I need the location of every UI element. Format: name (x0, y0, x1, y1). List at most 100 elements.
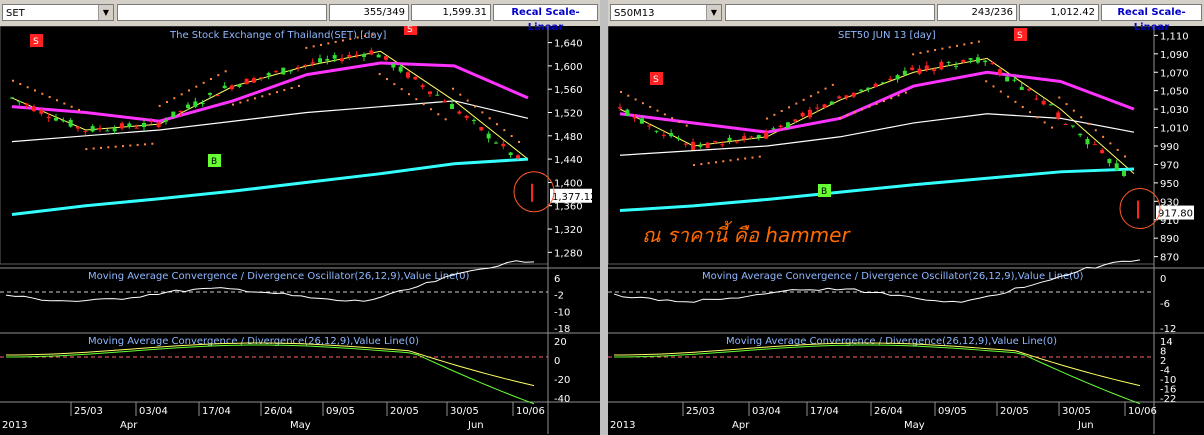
sar-dot (371, 33, 374, 36)
sar-dot (41, 92, 44, 95)
recal-scale-button[interactable]: Recal Scale-Linear (493, 4, 598, 33)
osc-tick-label: -2 (554, 291, 564, 302)
candle-body (632, 117, 637, 119)
sar-dot (1116, 148, 1119, 151)
candle-body (647, 125, 652, 127)
sar-dot (312, 45, 315, 48)
price-tick-label: 1,090 (1160, 50, 1189, 61)
candle-body (494, 142, 498, 144)
blank-field (725, 4, 935, 21)
date-label: 03/04 (752, 406, 781, 417)
sar-dot (488, 117, 491, 120)
signal-label: B (821, 187, 827, 197)
candle-body (508, 152, 513, 156)
sar-dot (459, 93, 462, 96)
candle-body (325, 58, 330, 61)
sar-dot (386, 78, 388, 81)
osc-title: Moving Average Convergence / Divergence … (702, 271, 1083, 282)
date-label: 20/05 (390, 406, 419, 417)
candle-body (661, 134, 666, 136)
sar-dot (320, 43, 322, 46)
chart-title: SET50 JUN 13 [day] (838, 30, 936, 41)
candle-body (742, 136, 747, 140)
date-label: 09/05 (326, 406, 355, 417)
candle-body (1122, 170, 1126, 176)
price-tick-label: 1,560 (554, 85, 583, 96)
candle-body (1100, 149, 1105, 153)
candle-body (910, 67, 915, 71)
candle-body (200, 102, 205, 104)
candle-body (376, 54, 381, 58)
sar-dot (875, 102, 878, 105)
sar-dot (122, 145, 124, 148)
sar-dot (283, 89, 286, 92)
sar-dot (437, 113, 440, 116)
candle-body (68, 119, 73, 127)
last-price-label: 1,377.12 (552, 192, 597, 203)
sar-dot (56, 99, 58, 102)
sar-dot (722, 160, 725, 163)
sar-dot (107, 146, 110, 149)
ratio-value: 243/236 (937, 4, 1017, 21)
month-label: Jun (1077, 420, 1094, 431)
candle-body (288, 70, 293, 72)
sar-dot (868, 105, 871, 108)
symbol-select[interactable]: SET ▼ (2, 4, 114, 21)
month-label: May (290, 420, 311, 431)
chevron-down-icon[interactable]: ▼ (98, 5, 113, 20)
sar-dot (861, 108, 864, 111)
candle-body (800, 112, 805, 117)
series-line-3 (11, 157, 529, 216)
sar-dot (518, 140, 520, 143)
sar-dot (1080, 116, 1083, 119)
candle-body (362, 54, 366, 57)
sar-dot (934, 49, 937, 52)
sar-dot (773, 113, 776, 116)
chevron-down-icon[interactable]: ▼ (706, 5, 721, 20)
sar-dot (290, 87, 293, 90)
sar-dot (634, 98, 637, 101)
candle-body (1048, 104, 1053, 106)
candle-body (193, 101, 198, 107)
sar-dot (129, 144, 132, 147)
sar-dot (180, 93, 183, 96)
sar-dot (1058, 96, 1061, 99)
sar-dot (963, 43, 966, 46)
chart-canvas[interactable]: 1,640 1,600 1,560 1,520 1,480 1,440 1,400 1,360… (0, 26, 600, 435)
candle-body (691, 141, 696, 150)
sar-dot (1014, 100, 1017, 103)
candle-body (486, 133, 491, 139)
candle-body (807, 109, 812, 118)
date-label: 30/05 (1062, 406, 1091, 417)
panel-divider[interactable] (600, 0, 608, 435)
candle-body (10, 97, 14, 99)
candle-body (274, 71, 278, 73)
candle-body (990, 63, 995, 65)
sar-dot (846, 114, 849, 117)
candle-body (1107, 158, 1112, 164)
sar-dot (992, 85, 995, 88)
sar-dot (261, 95, 264, 98)
candle-body (975, 57, 980, 63)
candle-body (968, 58, 973, 60)
candle-body (983, 60, 988, 63)
candle-body (120, 123, 124, 129)
candle-body (340, 58, 344, 62)
hammer-annotation: ณ ราคานี้ คือ hammer (642, 220, 851, 247)
sar-dot (707, 162, 710, 165)
recal-scale-button[interactable]: Recal Scale-Linear (1101, 4, 1202, 33)
symbol-select[interactable]: S50M13 ▼ (610, 4, 722, 21)
sar-dot (795, 102, 798, 105)
candle-body (698, 145, 703, 147)
price-tick-label: 1,280 (554, 248, 583, 259)
month-label: Jun (467, 420, 484, 431)
sar-dot (1036, 116, 1039, 119)
sar-dot (400, 88, 403, 91)
sar-dot (977, 40, 980, 43)
toolbar: S50M13 ▼ 243/236 1,012.42 Recal Scale-Lin… (608, 0, 1204, 33)
sar-dot (736, 158, 739, 161)
sar-dot (831, 83, 834, 86)
chart-canvas[interactable]: 1,110 1,090 1,070 1,050 1,030 1,010 990 970 950 9… (608, 26, 1204, 435)
candle-body (479, 127, 484, 131)
symbol-value: S50M13 (614, 8, 655, 19)
